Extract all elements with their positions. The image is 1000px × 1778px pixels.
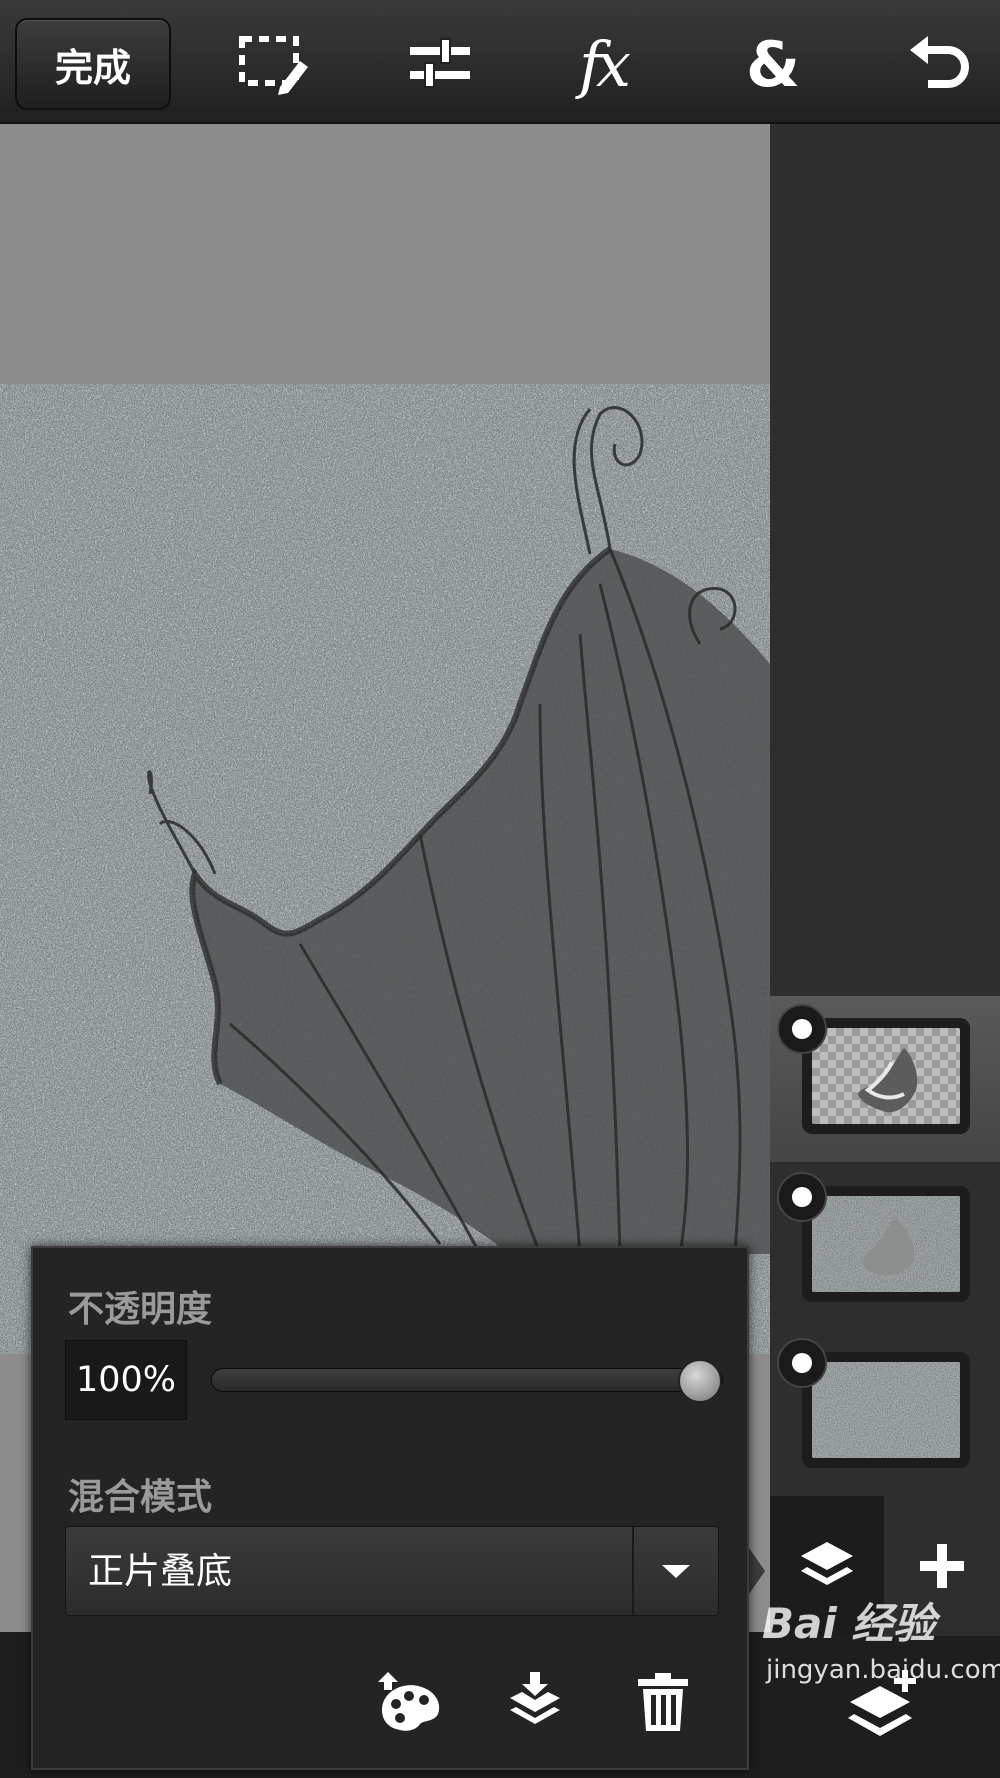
layer-visibility-toggle[interactable] (777, 1004, 827, 1054)
opacity-slider-thumb[interactable] (678, 1359, 722, 1403)
photo-editor-screen: 完成 fx & 不透明度 100% 混合模式 正片叠底 Bai 经验 jingy… (0, 0, 1000, 1778)
opacity-slider[interactable] (211, 1359, 723, 1403)
blend-mode-value: 正片叠底 (88, 1551, 233, 1592)
layer-visibility-toggle[interactable] (777, 1338, 827, 1388)
canvas-image[interactable] (0, 384, 770, 1354)
layer-item-1[interactable] (770, 996, 1000, 1162)
blend-mode-select[interactable]: 正片叠底 (65, 1526, 719, 1616)
layer-visibility-toggle[interactable] (777, 1172, 827, 1222)
opacity-label: 不透明度 (68, 1289, 213, 1330)
done-button[interactable]: 完成 (15, 18, 171, 110)
color-layer-icon[interactable] (373, 1664, 449, 1740)
selection-edit-icon[interactable] (234, 24, 314, 104)
chevron-down-icon (662, 1564, 690, 1578)
plus-icon (920, 1544, 964, 1588)
layer-thumbnail[interactable] (802, 1018, 970, 1134)
undo-icon[interactable] (900, 24, 980, 104)
opacity-value-field[interactable]: 100% (65, 1340, 187, 1420)
layer-thumbnail[interactable] (802, 1186, 970, 1302)
layers-panel (770, 124, 1000, 1778)
layer-thumbnail[interactable] (802, 1352, 970, 1468)
layers-icon (801, 1542, 853, 1585)
opacity-slider-fill (212, 1369, 700, 1391)
fx-icon[interactable]: fx (562, 24, 642, 104)
blend-mode-label: 混合模式 (68, 1477, 213, 1518)
top-toolbar: 完成 fx & (0, 0, 1000, 124)
blend-ampersand-icon[interactable]: & (733, 24, 813, 104)
watermark-url: jingyan.baidu.com (766, 1655, 1000, 1685)
blend-mode-dropdown-button[interactable] (632, 1527, 718, 1615)
delete-icon[interactable] (625, 1664, 701, 1740)
layer-item-2[interactable] (770, 1164, 1000, 1330)
adjustments-icon[interactable] (400, 24, 480, 104)
merge-down-icon[interactable] (497, 1664, 573, 1740)
layer-item-3[interactable] (770, 1330, 1000, 1496)
watermark-logo: Bai 经验 (762, 1599, 936, 1648)
layer-properties-popup: 不透明度 100% 混合模式 正片叠底 (31, 1246, 749, 1770)
